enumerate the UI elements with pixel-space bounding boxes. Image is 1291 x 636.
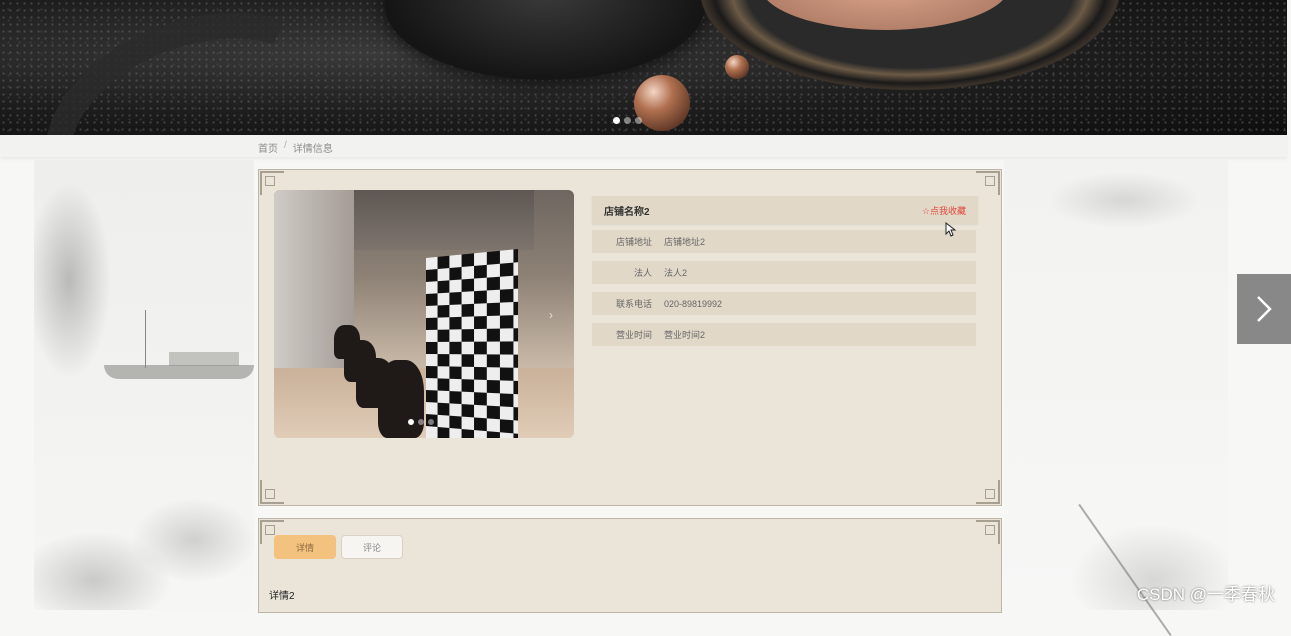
field-label: 营业时间 [615,330,652,340]
corner-ornament [976,171,1000,195]
favorite-button[interactable]: ☆点我收藏 [922,204,966,217]
tab-comments[interactable]: 评论 [341,535,403,559]
breadcrumb-separator: / [284,140,287,151]
shop-image-carousel[interactable]: › [274,190,574,438]
banner-pagination [613,117,642,124]
banner-pearl-small [725,55,749,79]
boat-hull [104,365,254,379]
salon-chair [378,360,424,438]
corner-ornament [260,480,284,504]
salon-checker-wall [426,249,519,438]
ink-landscape-left [34,160,254,610]
hero-banner[interactable] [0,0,1287,135]
info-row-phone: 联系电话 020-89819992 [592,292,976,315]
ink-landscape-right [1004,160,1228,636]
info-row-business-hours: 营业时间 营业时间2 [592,323,976,346]
field-label: 店铺地址 [615,237,652,247]
image-dot[interactable] [428,419,434,425]
field-label: 法人 [633,268,652,278]
detail-content: 详情2 [269,591,295,602]
breadcrumb: 首页 / 详情信息 [258,140,333,155]
breadcrumb-bar: 首页 / 详情信息 [0,135,1287,157]
corner-ornament [976,480,1000,504]
banner-dot[interactable] [624,117,631,124]
info-row-legal-person: 法人 法人2 [592,261,976,284]
field-value: 020-89819992 [664,298,723,309]
field-value: 法人2 [664,268,688,278]
field-value: 营业时间2 [664,330,706,340]
field-value: 店铺地址2 [664,237,706,247]
bamboo-stroke [1078,503,1172,636]
boat-mast [145,310,146,368]
breadcrumb-home-link[interactable]: 首页 [258,140,278,155]
watermark: CSDN @一季春秋 [1136,585,1275,604]
image-dot[interactable] [418,419,424,425]
boat-cabin [169,352,239,366]
image-next-icon[interactable]: › [549,308,553,322]
banner-dot[interactable] [613,117,620,124]
detail-tabs-panel: 详情 评论 详情2 [258,518,1002,613]
tab-details[interactable]: 详情 [274,535,336,559]
chevron-right-icon [1257,296,1272,322]
info-row-address: 店铺地址 店铺地址2 [592,230,976,253]
breadcrumb-current: 详情信息 [292,144,333,155]
salon-floor [274,368,574,438]
field-label: 联系电话 [615,299,652,309]
side-next-button[interactable] [1237,274,1291,344]
mouse-pointer-icon [945,222,956,237]
banner-dot[interactable] [635,117,642,124]
shop-title-row: 店铺名称2 ☆点我收藏 [592,196,978,224]
banner-pearl [634,75,690,131]
shop-name: 店铺名称2 [604,206,650,218]
corner-ornament [976,520,1000,544]
image-pagination [408,419,434,425]
shop-detail-panel: › 店铺名称2 ☆点我收藏 店铺地址 店铺地址2 法人 法人2 联系电话 020… [258,169,1002,506]
image-dot[interactable] [408,419,414,425]
salon-ceiling [334,190,534,250]
